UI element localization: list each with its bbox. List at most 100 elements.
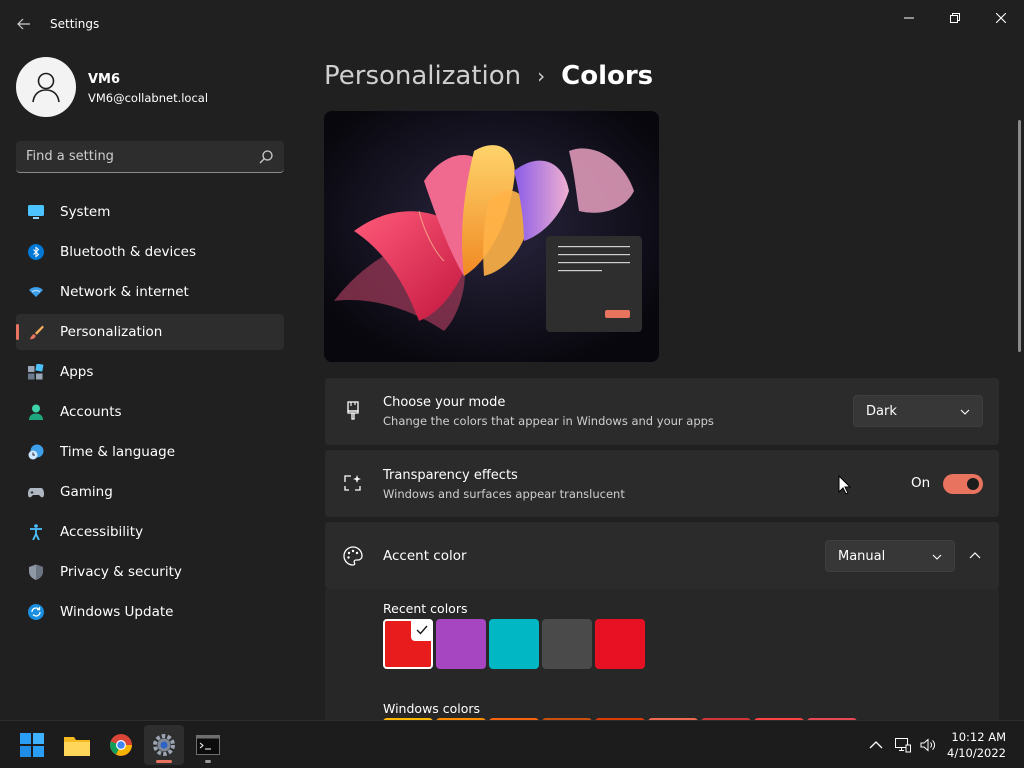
recent-colors-label: Recent colors [383,601,468,616]
clock[interactable]: 10:12 AM 4/10/2022 [947,729,1006,761]
title-bar: Settings [0,0,1024,48]
sidebar-item-label: Apps [60,364,94,380]
bluetooth-icon [28,244,44,260]
windows-colors-label: Windows colors [383,701,481,716]
sidebar-item-accessibility[interactable]: Accessibility [16,514,284,550]
apps-icon [28,364,44,380]
taskbar: 10:12 AM 4/10/2022 [0,720,1024,768]
search-box [16,141,284,173]
mode-title: Choose your mode [383,395,506,410]
network-monitor-icon[interactable] [895,737,911,753]
wallpaper-bloom-image [324,111,659,362]
sidebar-item-windows-update[interactable]: Windows Update [16,594,284,630]
mouse-cursor-icon [838,475,852,495]
sidebar-item-apps[interactable]: Apps [16,354,284,390]
transparency-setting-card: Transparency effects Windows and surface… [325,450,999,517]
breadcrumb: Personalization › Colors [324,58,653,94]
toggle-knob [967,478,979,490]
transparency-title: Transparency effects [383,468,518,483]
terminal-icon [196,735,220,755]
accessibility-icon [30,524,42,540]
search-input[interactable] [26,141,246,172]
clock-globe-icon [28,444,44,460]
sidebar-item-system[interactable]: System [16,194,284,230]
sidebar-item-label: Network & internet [60,284,189,300]
transparency-description: Windows and surfaces appear translucent [383,487,625,501]
sidebar-item-time-language[interactable]: Time & language [16,434,284,470]
sidebar-item-gaming[interactable]: Gaming [16,474,284,510]
mode-setting-card: Choose your mode Change the colors that … [325,378,999,445]
speaker-icon[interactable] [920,737,936,753]
color-swatch[interactable] [436,619,486,669]
sidebar-item-accounts[interactable]: Accounts [16,394,284,430]
restore-button[interactable] [932,6,978,30]
sidebar-item-label: Bluetooth & devices [60,244,197,260]
sidebar-item-label: Gaming [60,484,113,500]
breadcrumb-separator: › [537,64,546,88]
sidebar-item-personalization[interactable]: Personalization [16,314,284,350]
sidebar-item-label: Personalization [60,324,163,340]
shield-icon [29,564,43,580]
taskbar-settings[interactable] [144,725,184,765]
gamepad-icon [28,488,44,498]
color-swatch[interactable] [489,619,539,669]
scrollbar-thumb[interactable] [1018,120,1021,352]
accent-color-dropdown[interactable]: Manual [825,540,955,572]
breadcrumb-parent[interactable]: Personalization [324,61,521,91]
back-button[interactable] [12,12,36,36]
monitor-icon [28,205,44,219]
page-title: Colors [561,61,654,91]
color-swatch[interactable] [542,619,592,669]
sidebar-item-label: System [60,204,111,220]
clock-date: 4/10/2022 [947,746,1006,760]
profile-name: VM6 [88,72,121,87]
chevron-down-icon [932,554,942,560]
sidebar-item-privacy-security[interactable]: Privacy & security [16,554,284,590]
close-button[interactable] [978,6,1024,30]
close-icon [996,13,1006,23]
person-icon [29,404,43,420]
transparency-toggle[interactable] [943,474,983,494]
sidebar-item-bluetooth[interactable]: Bluetooth & devices [16,234,284,270]
user-icon [32,72,60,103]
profile-email: VM6@collabnet.local [88,91,209,105]
sidebar-item-network[interactable]: Network & internet [16,274,284,310]
paintbrush-icon [347,401,359,420]
app-title: Settings [50,17,100,31]
search-icon[interactable] [258,149,274,165]
minimize-button[interactable] [886,6,932,30]
accent-color-title: Accent color [383,548,467,564]
sidebar-item-label: Accessibility [60,524,144,540]
start-button[interactable] [12,725,52,765]
checkmark-icon [411,619,433,641]
accent-color-card[interactable]: Accent color Manual [325,522,999,589]
chevron-up-icon[interactable] [868,737,884,753]
restore-icon [950,13,960,23]
update-icon [28,604,44,620]
sidebar-nav: System Bluetooth & devices Network & int… [16,194,284,634]
sidebar-item-label: Privacy & security [60,564,182,580]
palette-icon [343,546,363,566]
chevron-down-icon [960,409,970,415]
taskbar-chrome[interactable] [101,725,141,765]
color-swatch[interactable] [383,619,433,669]
sidebar-item-label: Windows Update [60,604,174,620]
mode-dropdown[interactable]: Dark [853,395,983,427]
minimize-icon [904,17,914,19]
accent-color-options: Recent colors Windows colors [325,589,999,768]
taskbar-file-explorer[interactable] [57,725,97,765]
windows-start-icon [20,733,44,757]
mode-description: Change the colors that appear in Windows… [383,414,714,428]
taskbar-terminal[interactable] [188,725,228,765]
sparkle-icon [344,475,361,491]
chrome-icon [110,734,132,756]
chevron-up-icon[interactable] [969,550,981,562]
settings-gear-icon [153,734,175,756]
brush-icon [29,325,44,340]
active-app-indicator [156,760,172,763]
color-swatch[interactable] [595,619,645,669]
sidebar-item-label: Time & language [60,444,176,460]
sidebar-item-label: Accounts [60,404,122,420]
file-explorer-icon [64,737,90,756]
avatar[interactable] [16,57,76,117]
